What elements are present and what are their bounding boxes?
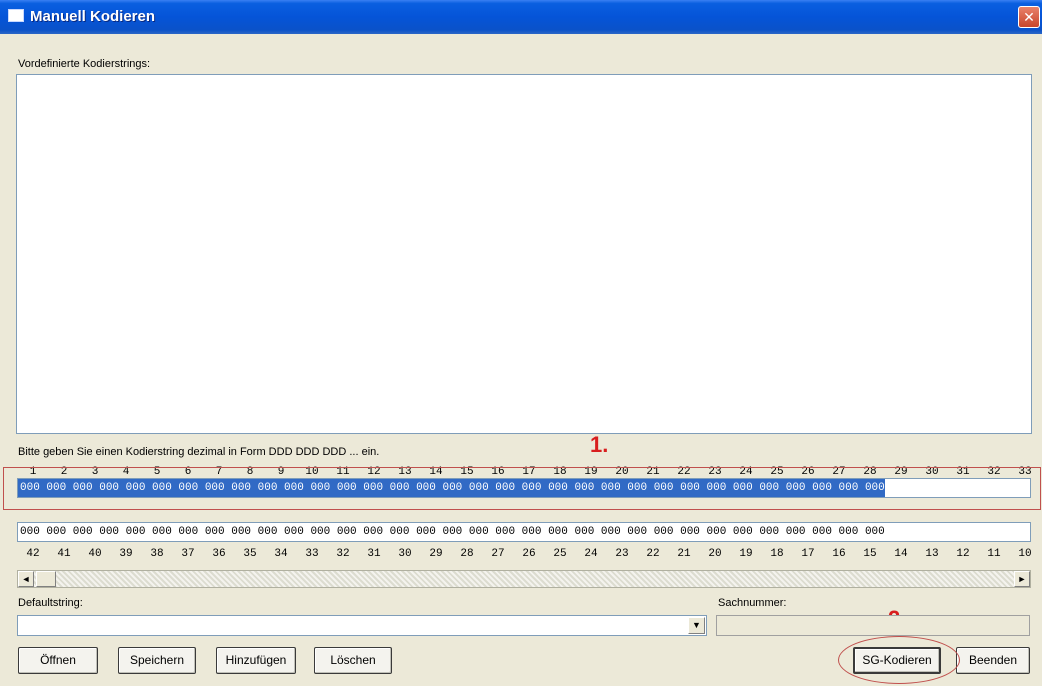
byte-index-label: 20 bbox=[708, 548, 722, 560]
byte-index-label: 34 bbox=[274, 548, 288, 560]
instruction-label: Bitte geben Sie einen Kodierstring dezim… bbox=[18, 446, 380, 458]
byte-index-label: 24 bbox=[584, 548, 598, 560]
byte-index-label: 21 bbox=[677, 548, 691, 560]
default-string-label: Defaultstring: bbox=[18, 597, 83, 609]
byte-index-label: 39 bbox=[119, 548, 133, 560]
byte-index-label: 30 bbox=[398, 548, 412, 560]
window-icon bbox=[8, 9, 24, 22]
byte-index-label: 32 bbox=[336, 548, 350, 560]
byte-index-label: 12 bbox=[956, 548, 970, 560]
current-coding-display: 000 000 000 000 000 000 000 000 000 000 … bbox=[17, 522, 1031, 542]
byte-index-label: 22 bbox=[646, 548, 660, 560]
byte-index-label: 19 bbox=[739, 548, 753, 560]
byte-index-label: 18 bbox=[770, 548, 784, 560]
byte-index-label: 38 bbox=[150, 548, 164, 560]
save-button[interactable]: Speichern bbox=[118, 647, 196, 674]
byte-index-label: 23 bbox=[615, 548, 629, 560]
coding-string-input[interactable]: 000 000 000 000 000 000 000 000 000 000 … bbox=[17, 478, 1031, 498]
title-bar: Manuell Kodieren ✕ bbox=[0, 0, 1042, 34]
close-button[interactable]: ✕ bbox=[1018, 6, 1040, 28]
byte-index-label: 11 bbox=[987, 548, 1001, 560]
byte-index-label: 40 bbox=[88, 548, 102, 560]
open-button[interactable]: Öffnen bbox=[18, 647, 98, 674]
byte-index-label: 16 bbox=[832, 548, 846, 560]
window-title: Manuell Kodieren bbox=[30, 8, 156, 25]
byte-index-label: 31 bbox=[367, 548, 381, 560]
part-number-field bbox=[716, 615, 1030, 636]
coding-string-selection: 000 000 000 000 000 000 000 000 000 000 … bbox=[18, 479, 885, 497]
combobox-dropdown-button[interactable]: ▼ bbox=[688, 617, 705, 634]
default-string-combobox[interactable]: ▼ bbox=[17, 615, 707, 636]
annotation-highlight-ellipse bbox=[838, 636, 960, 684]
horizontal-scrollbar[interactable]: ◄ ► bbox=[17, 570, 1031, 588]
predefined-strings-label: Vordefinierte Kodierstrings: bbox=[18, 58, 151, 70]
byte-index-label: 17 bbox=[801, 548, 815, 560]
byte-index-label: 41 bbox=[57, 548, 71, 560]
scroll-thumb[interactable] bbox=[36, 571, 56, 587]
predefined-strings-list[interactable] bbox=[16, 74, 1032, 434]
byte-index-label: 29 bbox=[429, 548, 443, 560]
delete-button[interactable]: Löschen bbox=[314, 647, 392, 674]
exit-button[interactable]: Beenden bbox=[956, 647, 1030, 674]
add-button[interactable]: Hinzufügen bbox=[216, 647, 296, 674]
byte-index-label: 25 bbox=[553, 548, 567, 560]
scroll-left-button[interactable]: ◄ bbox=[18, 571, 34, 587]
annotation-step-1: 1. bbox=[590, 432, 609, 457]
scroll-right-button[interactable]: ► bbox=[1014, 571, 1030, 587]
byte-index-label: 37 bbox=[181, 548, 195, 560]
byte-index-label: 28 bbox=[460, 548, 474, 560]
byte-index-label: 27 bbox=[491, 548, 505, 560]
byte-index-ruler-bottom: 42 41 40 39 38 37 36 35 34 33 32 31 30 29 28 27 26 25 24 23… bbox=[18, 548, 1032, 560]
byte-index-label: 42 bbox=[26, 548, 40, 560]
byte-index-label: 26 bbox=[522, 548, 536, 560]
byte-index-label: 13 bbox=[925, 548, 939, 560]
byte-index-label: 14 bbox=[894, 548, 908, 560]
part-number-label: Sachnummer: bbox=[718, 597, 787, 609]
byte-index-label: 10 bbox=[1018, 548, 1032, 560]
byte-index-label: 33 bbox=[305, 548, 319, 560]
byte-index-label: 15 bbox=[863, 548, 877, 560]
byte-index-label: 36 bbox=[212, 548, 226, 560]
byte-index-label: 35 bbox=[243, 548, 257, 560]
